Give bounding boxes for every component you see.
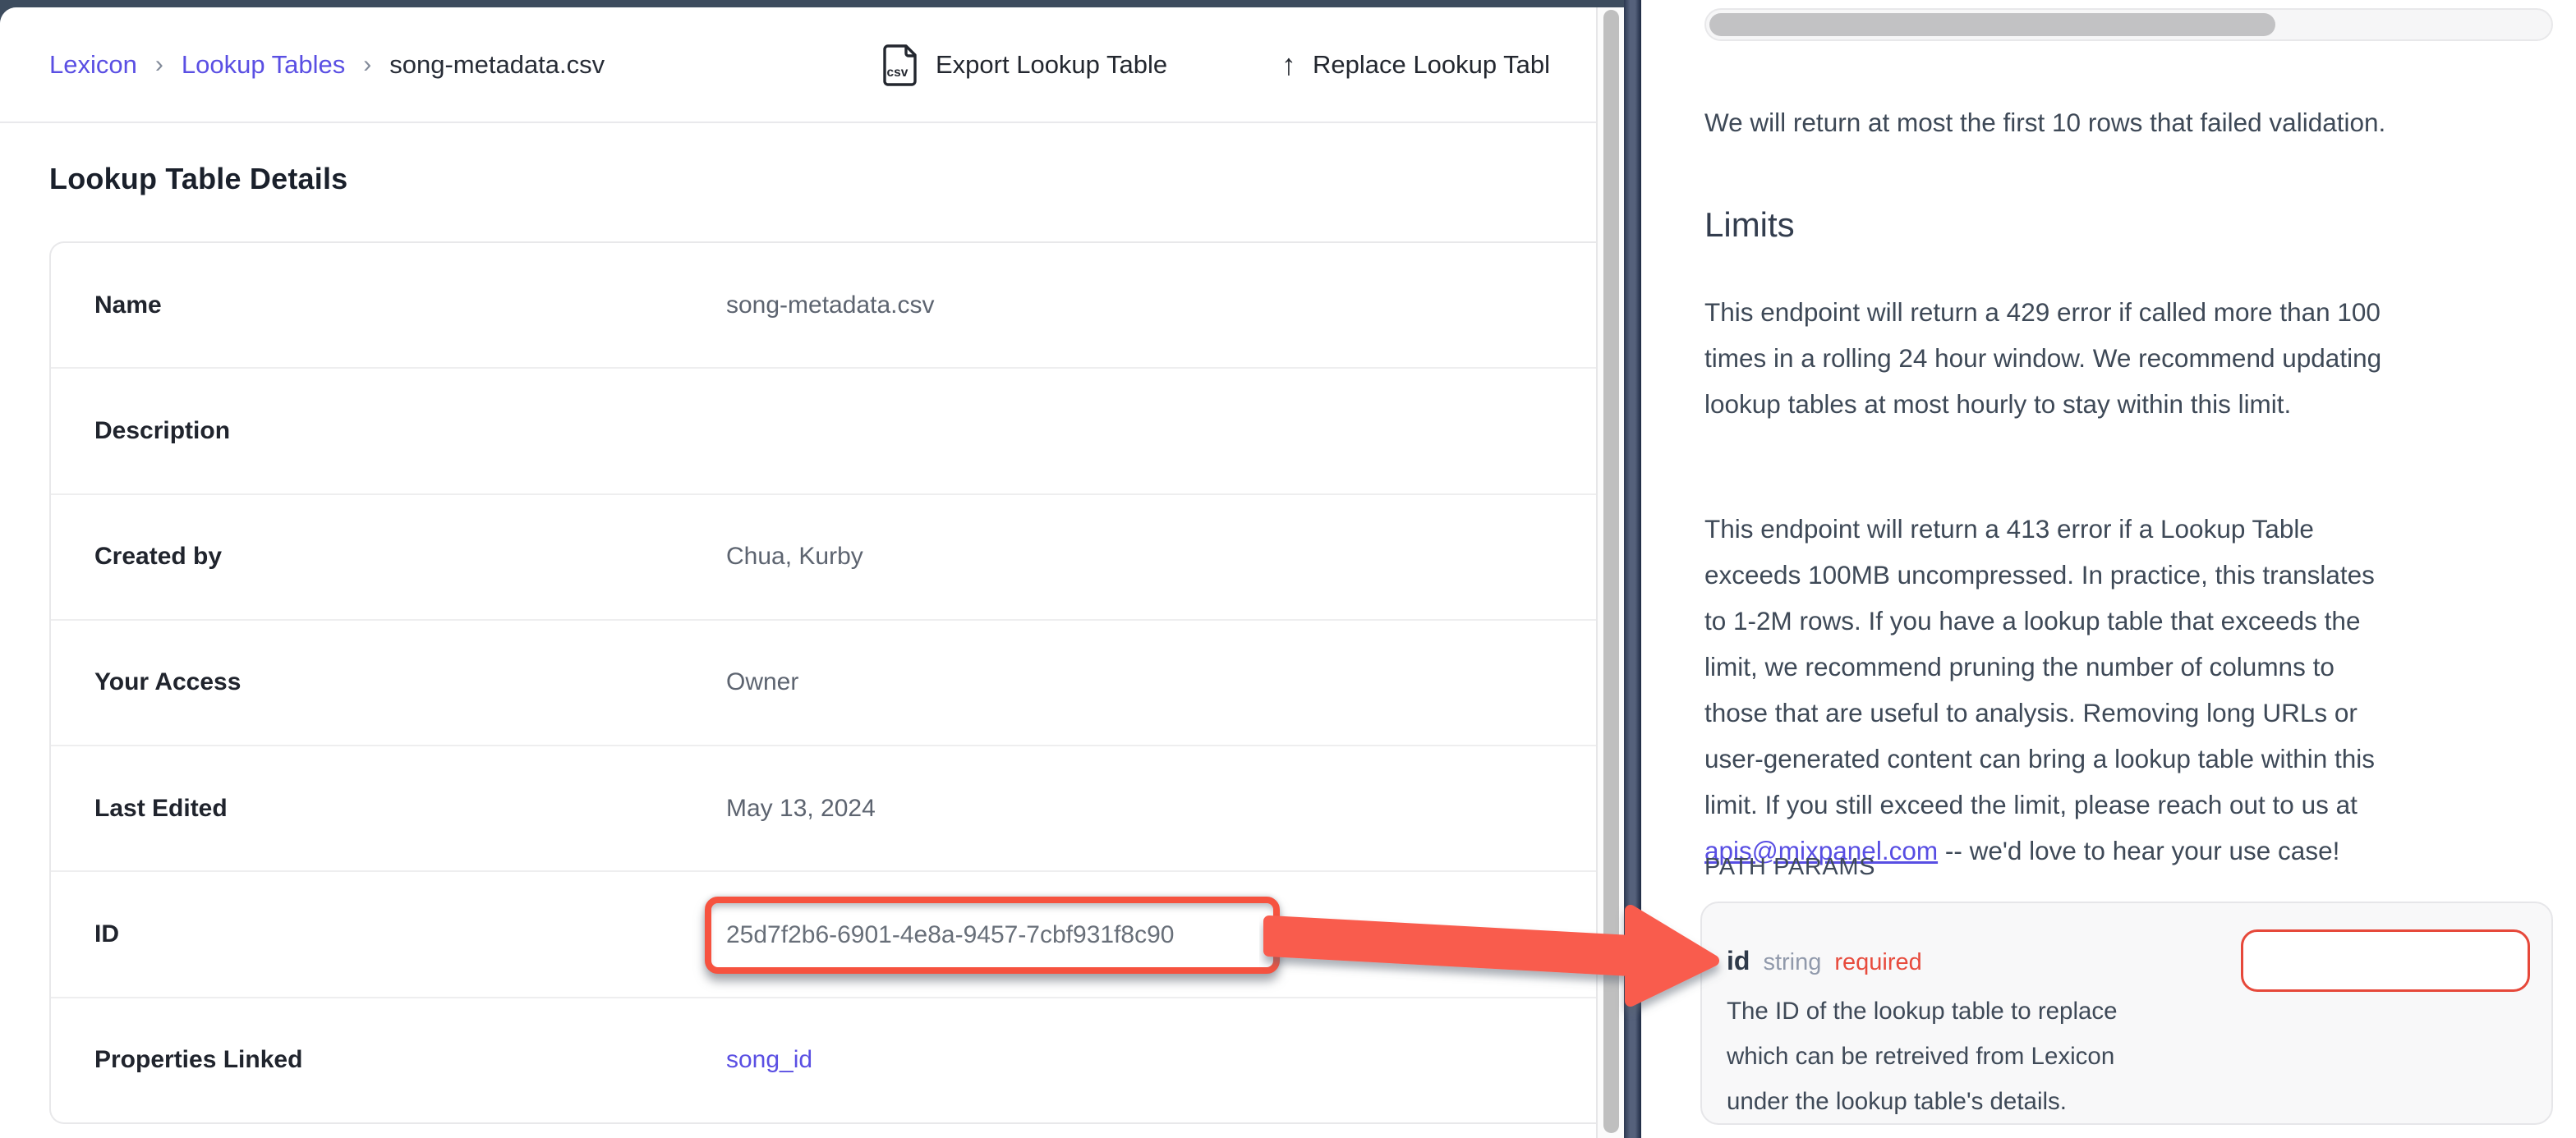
replace-button-label: Replace Lookup Tabl — [1313, 50, 1550, 80]
detail-row-last-edited: Last Edited May 13, 2024 — [51, 746, 1596, 872]
breadcrumb-current-file: song-metadata.csv — [389, 50, 605, 80]
left-vertical-scrollbar-track[interactable] — [1596, 7, 1624, 1138]
breadcrumb-lexicon[interactable]: Lexicon — [49, 50, 137, 80]
breadcrumb-lookup-tables[interactable]: Lookup Tables — [182, 50, 345, 80]
detail-label: Name — [94, 291, 726, 319]
page-title: Lookup Table Details — [49, 162, 347, 196]
export-button-label: Export Lookup Table — [936, 50, 1167, 80]
detail-label: Properties Linked — [94, 1046, 726, 1074]
detail-value-your-access: Owner — [726, 668, 798, 696]
detail-value-last-edited: May 13, 2024 — [726, 795, 876, 823]
docs-intro-text: We will return at most the first 10 rows… — [1704, 102, 2572, 143]
left-header-bar: Lexicon › Lookup Tables › song-metadata.… — [0, 7, 1624, 123]
chevron-right-icon: › — [155, 51, 163, 79]
docs-horizontal-scrollbar-track[interactable] — [1704, 8, 2553, 41]
replace-button-clip: ↑ Replace Lookup Tabl — [1281, 7, 1596, 122]
detail-row-description: Description — [51, 369, 1596, 494]
limits-paragraph-2-tail: -- we'd love to hear your use case! — [1938, 836, 2339, 865]
path-params-label: PATH PARAMS — [1704, 854, 1875, 881]
detail-row-properties-linked: Properties Linked song_id — [51, 998, 1596, 1122]
limits-paragraph-1: This endpoint will return a 429 error if… — [1704, 289, 2572, 427]
properties-linked-link[interactable]: song_id — [726, 1046, 812, 1074]
detail-label: ID — [94, 920, 726, 948]
up-arrow-icon: ↑ — [1281, 48, 1296, 82]
param-header: id string required — [1727, 946, 1922, 976]
param-name: id — [1727, 946, 1750, 976]
replace-lookup-table-button[interactable]: ↑ Replace Lookup Tabl — [1281, 7, 1550, 122]
window-divider[interactable] — [1624, 0, 1641, 1138]
detail-value-name: song-metadata.csv — [726, 291, 934, 319]
detail-label: Last Edited — [94, 795, 726, 823]
breadcrumb: Lexicon › Lookup Tables › song-metadata.… — [49, 7, 605, 122]
detail-label: Created by — [94, 543, 726, 571]
id-param-input[interactable] — [2241, 929, 2530, 992]
param-description: The ID of the lookup table to replace wh… — [1727, 989, 2236, 1124]
svg-text:csv: csv — [887, 66, 908, 80]
path-param-card: id string required The ID of the lookup … — [1700, 902, 2553, 1125]
limits-paragraph-2-text: This endpoint will return a 413 error if… — [1704, 514, 2375, 819]
limits-paragraph-2: This endpoint will return a 413 error if… — [1704, 460, 2572, 874]
detail-label: Your Access — [94, 668, 726, 696]
docs-horizontal-scrollbar-thumb[interactable] — [1709, 13, 2275, 36]
detail-row-name: Name song-metadata.csv — [51, 243, 1596, 369]
limits-heading: Limits — [1704, 205, 1795, 245]
param-type: string — [1763, 949, 1821, 976]
param-required-badge: required — [1834, 949, 1921, 976]
api-docs-panel: We will return at most the first 10 rows… — [1641, 0, 2576, 1138]
detail-label: Description — [94, 417, 726, 445]
csv-file-icon: csv — [881, 44, 919, 86]
lookup-table-details-card: Name song-metadata.csv Description Creat… — [49, 241, 1596, 1124]
left-vertical-scrollbar-thumb[interactable] — [1603, 10, 1619, 1133]
id-value-highlight-box: 25d7f2b6-6901-4e8a-9457-7cbf931f8c90 — [705, 897, 1280, 974]
lookup-table-id-value: 25d7f2b6-6901-4e8a-9457-7cbf931f8c90 — [726, 921, 1174, 949]
detail-row-created-by: Created by Chua, Kurby — [51, 495, 1596, 621]
chevron-right-icon: › — [363, 51, 371, 79]
detail-row-your-access: Your Access Owner — [51, 621, 1596, 746]
export-lookup-table-button[interactable]: csv Export Lookup Table — [881, 7, 1167, 122]
detail-value-created-by: Chua, Kurby — [726, 543, 863, 571]
